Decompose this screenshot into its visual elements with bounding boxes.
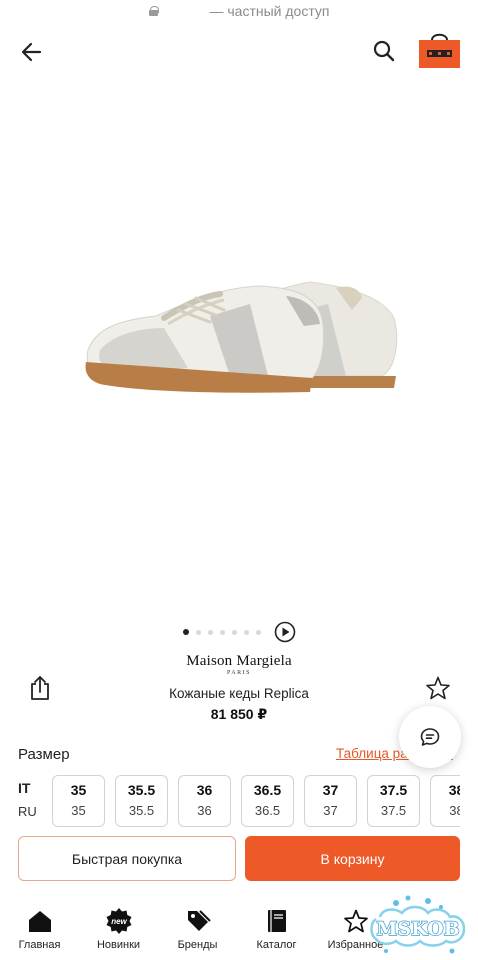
gallery-dot[interactable]: [219, 629, 225, 635]
top-navigation: [0, 30, 478, 74]
size-section-title: Размер: [18, 746, 70, 763]
gallery-dot[interactable]: [182, 629, 189, 635]
tab-new[interactable]: new Новинки: [79, 900, 158, 960]
tags-icon: [187, 910, 211, 931]
size-it-value: 36: [196, 782, 213, 798]
home-icon: [28, 911, 51, 932]
size-it-value: 37: [322, 782, 339, 798]
size-option[interactable]: 36.5 36.5: [241, 775, 294, 827]
tab-label: Каталог: [256, 939, 297, 951]
lock-icon: [148, 6, 159, 16]
size-label-it: IT: [18, 780, 31, 796]
size-option[interactable]: 35.5 35.5: [115, 775, 168, 827]
size-selector[interactable]: 35 35 35.5 35.5 36 36 36.5 36.5 37 37 37…: [52, 775, 460, 828]
size-it-value: 36.5: [253, 782, 282, 798]
play-video-icon[interactable]: [274, 621, 296, 643]
size-ru-value: 36.5: [254, 803, 281, 818]
gallery-dot[interactable]: [243, 629, 249, 635]
new-badge-icon: new: [106, 908, 131, 934]
tab-brands[interactable]: Бренды: [158, 900, 237, 960]
tab-label: Новинки: [96, 939, 141, 951]
shopping-bag-logo-icon[interactable]: [419, 30, 460, 68]
add-to-cart-button[interactable]: В корзину: [245, 836, 460, 881]
product-image[interactable]: [60, 200, 420, 440]
chat-bubble-icon: [420, 728, 440, 746]
brand-name[interactable]: Maison Margiela: [0, 653, 478, 670]
url-host: [164, 6, 204, 16]
gallery-dot[interactable]: [231, 629, 237, 635]
quick-buy-button[interactable]: Быстрая покупка: [18, 836, 236, 881]
size-ru-value: 38: [449, 803, 460, 818]
size-ru-value: 36: [197, 803, 212, 818]
tab-home[interactable]: Главная: [0, 900, 79, 960]
size-system-labels: IT RU: [18, 780, 48, 819]
gallery-dot[interactable]: [255, 629, 261, 635]
size-option[interactable]: 36 36: [178, 775, 231, 827]
search-icon[interactable]: [370, 37, 398, 65]
gallery-dot[interactable]: [195, 629, 201, 635]
gallery-pagination: [0, 620, 478, 644]
size-it-value: 37.5: [379, 782, 408, 798]
url-text: — частный доступ: [209, 3, 330, 19]
size-it-value: 35: [70, 782, 87, 798]
watermark-logo: MSKOB: [370, 895, 466, 954]
url-bar: — частный доступ: [0, 0, 478, 22]
size-option[interactable]: 37.5 37.5: [367, 775, 420, 827]
gallery-dot[interactable]: [207, 629, 213, 635]
sneaker-front: [85, 285, 325, 393]
tab-catalog[interactable]: Каталог: [237, 900, 316, 960]
back-arrow-icon[interactable]: [18, 38, 46, 66]
size-label-ru: RU: [18, 804, 37, 819]
size-ru-value: 37.5: [380, 803, 407, 818]
size-option[interactable]: 38 38: [430, 775, 460, 827]
brand-subtitle: PARIS: [227, 670, 251, 676]
new-badge-text: new: [111, 917, 127, 926]
size-option[interactable]: 35 35: [52, 775, 105, 827]
size-ru-value: 35: [71, 803, 86, 818]
product-name: Кожаные кеды Replica: [169, 686, 309, 701]
chat-button[interactable]: [399, 706, 461, 768]
size-ru-value: 37: [323, 803, 338, 818]
book-icon: [267, 910, 286, 932]
tab-label: Главная: [18, 939, 61, 951]
star-icon: [343, 909, 368, 933]
watermark-text: MSKOB: [376, 918, 459, 940]
size-it-value: 35.5: [127, 782, 156, 798]
size-it-value: 38: [448, 782, 460, 798]
size-ru-value: 35.5: [128, 803, 155, 818]
tab-label: Бренды: [177, 939, 218, 951]
size-option[interactable]: 37 37: [304, 775, 357, 827]
